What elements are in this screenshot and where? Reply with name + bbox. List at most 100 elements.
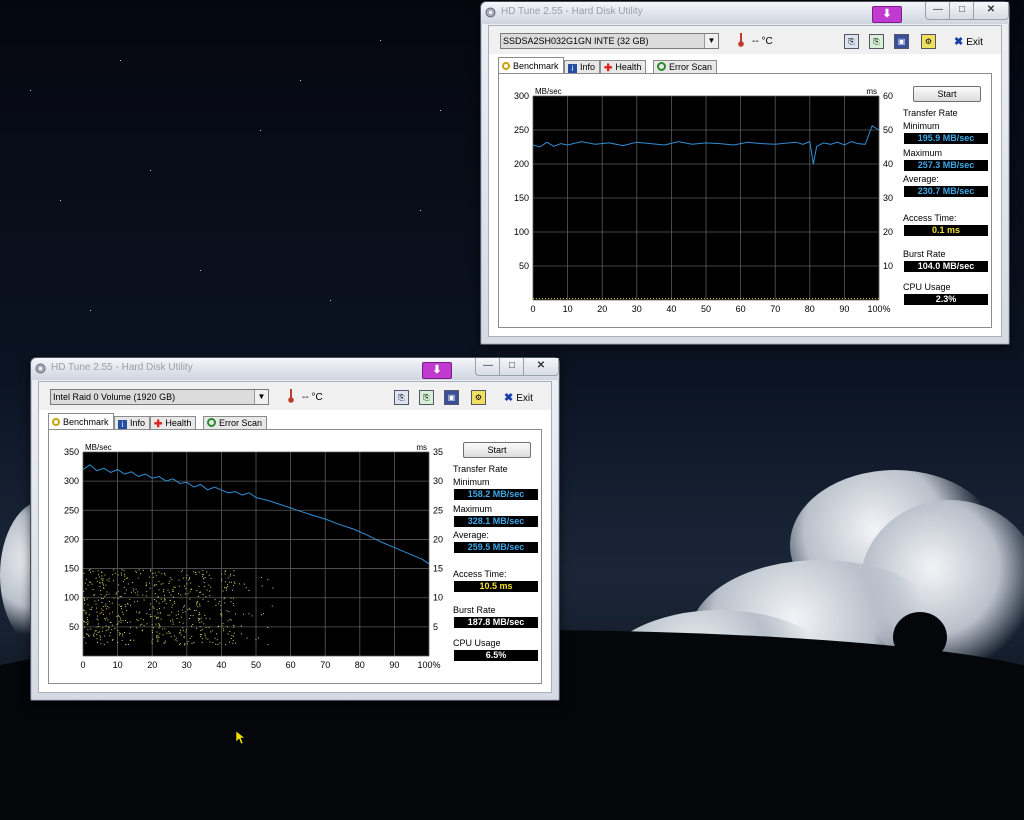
access-point: [185, 588, 187, 590]
access-point: [117, 615, 119, 617]
access-point: [89, 571, 91, 573]
tab-error-scan[interactable]: Error Scan: [653, 60, 718, 74]
access-point: [158, 623, 160, 625]
tab-info[interactable]: i Info: [114, 416, 151, 430]
download-arrow-icon[interactable]: ⬇: [872, 6, 902, 23]
tab-health[interactable]: ✚ Health: [150, 416, 197, 430]
start-button[interactable]: Start: [463, 442, 531, 458]
access-point: [190, 615, 192, 617]
drive-select[interactable]: SSDSA2SH032G1GN INTE (32 GB) ▼: [500, 33, 719, 49]
maximum-label: Maximum: [903, 148, 943, 158]
access-point: [90, 608, 92, 610]
access-point: [137, 620, 139, 622]
burst-rate-label: Burst Rate: [903, 249, 946, 259]
maximum-label: Maximum: [453, 504, 493, 514]
access-point: [105, 594, 107, 596]
temperature-readout: -- °C: [302, 392, 323, 403]
access-point: [101, 578, 103, 580]
benchmark-chart: 350300250200150100503530252015105MB/sec m…: [64, 443, 443, 670]
chevron-down-icon[interactable]: ▼: [254, 390, 268, 404]
download-arrow-icon[interactable]: ⬇: [422, 362, 452, 379]
drive-select[interactable]: Intel Raid 0 Volume (1920 GB) ▼: [50, 389, 269, 405]
access-point: [102, 578, 104, 580]
minimum-value: 158.2 MB/sec: [454, 489, 538, 500]
access-point: [108, 580, 110, 582]
access-point: [221, 615, 223, 617]
access-point: [178, 621, 180, 623]
access-point: [258, 637, 260, 639]
tab-error-scan[interactable]: Error Scan: [203, 416, 268, 430]
save-icon[interactable]: ▣: [444, 390, 459, 405]
access-point: [96, 580, 98, 582]
y2-tick-label: 5: [433, 622, 438, 632]
access-point: [117, 629, 119, 631]
access-point: [103, 613, 105, 615]
access-point: [101, 598, 103, 600]
start-button[interactable]: Start: [913, 86, 981, 102]
access-point: [233, 626, 235, 628]
access-point: [165, 603, 167, 605]
access-point: [151, 640, 153, 642]
exit-button[interactable]: ✖ Exit: [954, 35, 983, 48]
copy-all-icon[interactable]: ⎘: [419, 390, 434, 405]
access-point: [226, 610, 228, 612]
access-point: [208, 626, 210, 628]
x-tick-label: 100%: [867, 304, 890, 314]
access-point: [172, 621, 174, 623]
close-button[interactable]: ✕: [973, 2, 1009, 20]
access-point: [105, 625, 107, 627]
copy-icon[interactable]: ⎘: [844, 34, 859, 49]
access-point: [190, 582, 192, 584]
access-point: [222, 628, 224, 630]
access-point: [153, 585, 155, 587]
access-point: [180, 571, 182, 573]
access-point: [227, 633, 229, 635]
tab-health[interactable]: ✚ Health: [600, 60, 647, 74]
copy-all-icon[interactable]: ⎘: [869, 34, 884, 49]
access-point: [232, 603, 234, 605]
exit-button[interactable]: ✖ Exit: [504, 391, 533, 404]
maximize-button[interactable]: □: [499, 358, 525, 376]
access-point: [187, 593, 189, 595]
access-point: [193, 571, 195, 573]
access-point: [100, 643, 102, 645]
tab-info[interactable]: i Info: [564, 60, 601, 74]
y-tick-label: 50: [519, 261, 529, 271]
access-point: [189, 598, 191, 600]
tab-benchmark[interactable]: Benchmark: [498, 57, 564, 74]
access-point: [158, 589, 160, 591]
maximize-button[interactable]: □: [949, 2, 975, 20]
access-point: [102, 587, 104, 589]
access-point: [242, 613, 244, 615]
save-icon[interactable]: ▣: [894, 34, 909, 49]
close-button[interactable]: ✕: [523, 358, 559, 376]
access-point: [220, 605, 222, 607]
access-point: [186, 643, 188, 645]
copy-icon[interactable]: ⎘: [394, 390, 409, 405]
access-point: [199, 626, 201, 628]
access-point: [204, 577, 206, 579]
exit-icon: ✖: [954, 36, 964, 48]
access-point: [125, 620, 127, 622]
access-point: [201, 641, 203, 643]
access-time-value: 0.1 ms: [904, 225, 988, 236]
access-point: [187, 641, 189, 643]
minimize-button[interactable]: —: [475, 358, 501, 376]
title-bar[interactable]: HD Tune 2.55 - Hard Disk Utility ⬇ — □ ✕: [31, 358, 559, 380]
chevron-down-icon[interactable]: ▼: [704, 34, 718, 48]
y2-tick-label: 60: [883, 91, 893, 101]
tab-label: Benchmark: [63, 417, 109, 427]
access-point: [174, 602, 176, 604]
access-point: [111, 624, 113, 626]
access-point: [166, 632, 168, 634]
access-point: [189, 578, 191, 580]
tab-benchmark[interactable]: Benchmark: [48, 413, 114, 430]
title-bar[interactable]: HD Tune 2.55 - Hard Disk Utility ⬇ — □ ✕: [481, 2, 1009, 24]
minimize-button[interactable]: —: [925, 2, 951, 20]
access-point: [106, 591, 108, 593]
access-point: [158, 602, 160, 604]
options-icon[interactable]: ⚙: [471, 390, 486, 405]
options-icon[interactable]: ⚙: [921, 34, 936, 49]
access-point: [95, 577, 97, 579]
y-tick-label: 100: [64, 593, 79, 603]
